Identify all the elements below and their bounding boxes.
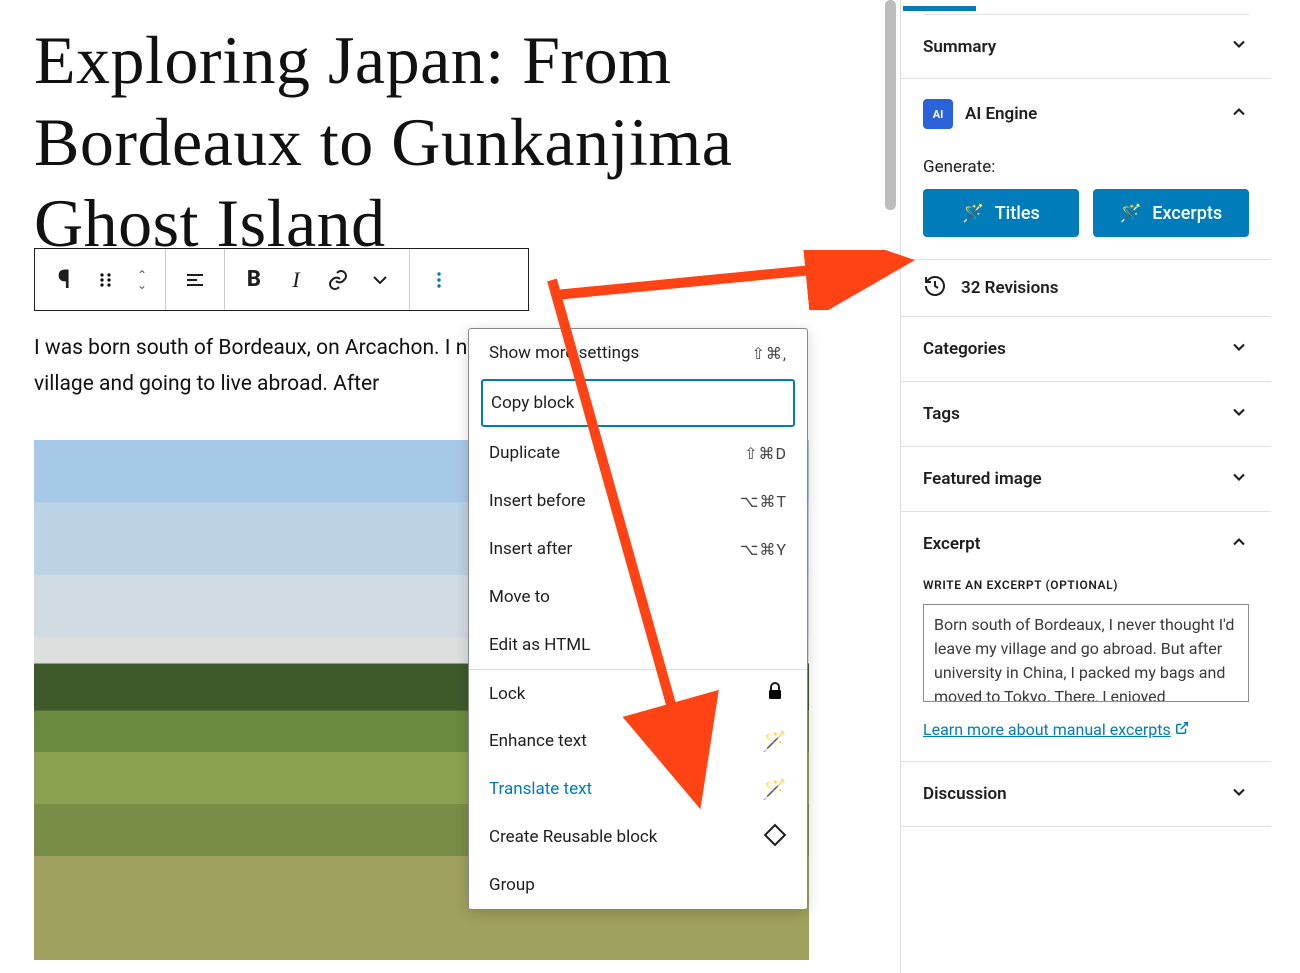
summary-panel-header[interactable]: Summary: [923, 14, 1249, 78]
wand-icon: 🪄: [762, 729, 787, 753]
lock-icon: [763, 679, 787, 708]
panel-title: AI Engine: [965, 104, 1037, 124]
chevron-down-icon: [1229, 402, 1249, 427]
wand-icon: 🪄: [1120, 203, 1142, 224]
move-up-down[interactable]: ⌃ ⌄: [127, 250, 157, 310]
align-icon[interactable]: [174, 250, 216, 310]
link-button[interactable]: [317, 250, 359, 310]
menu-group[interactable]: Group: [469, 861, 807, 909]
drag-handle-icon[interactable]: [85, 250, 127, 310]
panel-title: Categories: [923, 339, 1006, 359]
options-button[interactable]: [418, 250, 460, 310]
menu-shortcut: ⇧⌘D: [744, 444, 787, 463]
featured-image-panel-header[interactable]: Featured image: [923, 447, 1249, 511]
excerpt-panel-header[interactable]: Excerpt: [923, 512, 1249, 576]
menu-label: Create Reusable block: [489, 827, 657, 847]
chevron-down-icon: [1229, 34, 1249, 59]
ai-engine-icon: AI: [923, 99, 953, 129]
italic-button[interactable]: I: [275, 250, 317, 310]
revisions-label: 32 Revisions: [961, 278, 1058, 298]
excerpt-caption: WRITE AN EXCERPT (OPTIONAL): [923, 576, 1249, 604]
ai-engine-panel-header[interactable]: AI AI Engine: [923, 79, 1249, 139]
history-icon: [923, 274, 947, 303]
wand-icon: 🪄: [762, 777, 787, 801]
link-label: Learn more about manual excerpts: [923, 720, 1171, 739]
categories-panel-header[interactable]: Categories: [923, 317, 1249, 381]
external-icon: [1175, 720, 1189, 739]
panel-title: Tags: [923, 404, 960, 424]
active-tab-indicator: [903, 6, 976, 11]
button-label: Titles: [995, 203, 1040, 224]
tags-panel-header[interactable]: Tags: [923, 382, 1249, 446]
scrollbar[interactable]: [885, 0, 896, 210]
post-title[interactable]: Exploring Japan: From Bordeaux to Gunkan…: [34, 20, 834, 265]
menu-shortcut: ⌥⌘T: [740, 492, 787, 511]
menu-label: Group: [489, 875, 535, 895]
annotation-arrow: [540, 270, 720, 810]
chevron-down-icon: [1229, 337, 1249, 362]
chevron-up-icon: [1229, 102, 1249, 126]
panel-title: Summary: [923, 37, 996, 57]
panel-title: Discussion: [923, 784, 1007, 804]
generate-titles-button[interactable]: 🪄 Titles: [923, 189, 1079, 237]
chevron-down-icon[interactable]: ⌄: [137, 280, 147, 290]
menu-create-reusable[interactable]: Create Reusable block: [469, 813, 807, 861]
menu-label: Lock: [489, 684, 525, 704]
bold-button[interactable]: B: [233, 250, 275, 310]
revisions-link[interactable]: 32 Revisions: [923, 260, 1249, 316]
paragraph-icon[interactable]: ¶: [43, 250, 85, 310]
reusable-icon: [763, 823, 787, 852]
more-rich-text-icon[interactable]: [359, 250, 401, 310]
block-toolbar: ¶ ⌃ ⌄ B I: [34, 248, 529, 311]
generate-excerpts-button[interactable]: 🪄 Excerpts: [1093, 189, 1249, 237]
panel-title: Featured image: [923, 469, 1042, 489]
settings-sidebar: Summary AI AI Engine Generate: 🪄 Titles …: [900, 0, 1271, 973]
manual-excerpts-link[interactable]: Learn more about manual excerpts: [923, 706, 1189, 739]
discussion-panel-header[interactable]: Discussion: [923, 762, 1249, 826]
chevron-down-icon: [1229, 467, 1249, 492]
panel-title: Excerpt: [923, 534, 980, 554]
chevron-up-icon: [1229, 532, 1249, 557]
menu-shortcut: ⌥⌘Y: [740, 540, 787, 559]
chevron-down-icon: [1229, 782, 1249, 807]
wand-icon: 🪄: [962, 203, 984, 224]
generate-label: Generate:: [923, 139, 1249, 189]
button-label: Excerpts: [1152, 203, 1222, 224]
menu-shortcut: ⇧⌘,: [751, 344, 787, 363]
excerpt-textarea[interactable]: [923, 604, 1249, 702]
